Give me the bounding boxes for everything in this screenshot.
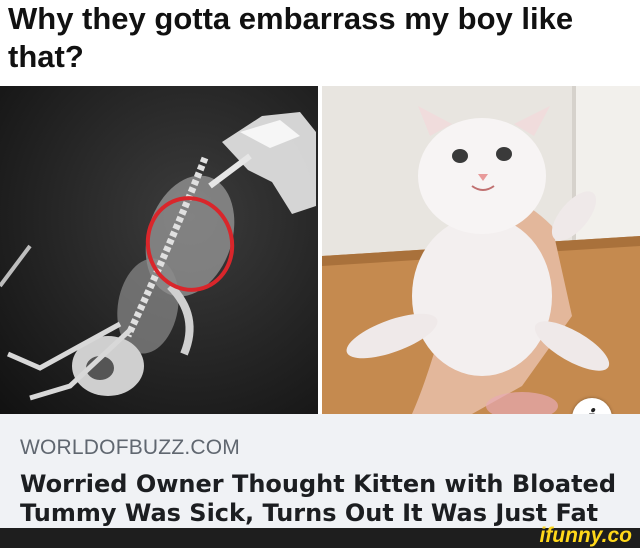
link-preview-card[interactable]: WORLDOFBUZZ.COM Worried Owner Thought Ki… [0,414,640,534]
link-headline[interactable]: Worried Owner Thought Kitten with Bloate… [20,470,620,528]
kitten-image [322,86,640,414]
photo-collage [0,86,640,414]
watermark-bar: ifunny.co [0,524,640,548]
post-caption: Why they gotta embarrass my boy like tha… [8,1,574,74]
link-source: WORLDOFBUZZ.COM [20,436,240,459]
ifunny-watermark: ifunny.co [539,524,632,547]
xray-image [0,86,318,414]
